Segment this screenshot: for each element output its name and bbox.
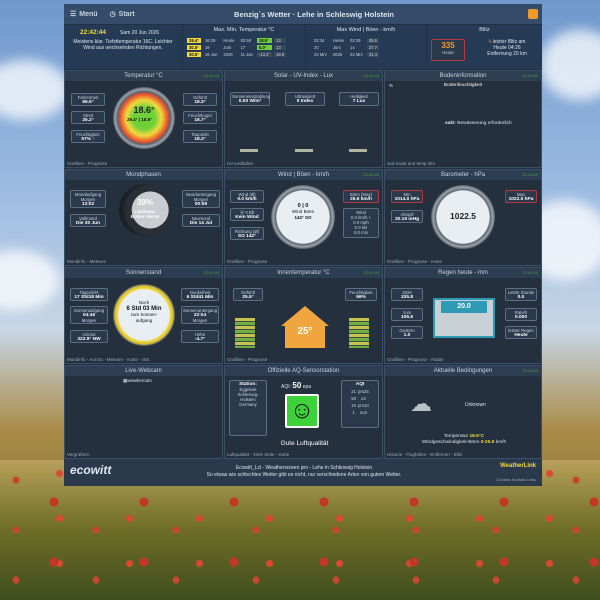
- page-title: Benzig`s Wetter · Lehe in Schleswig Hols…: [234, 9, 394, 19]
- aq-row: 21 pm25: [351, 389, 369, 394]
- lightning-info: ϟ letzter Blitz am Heute 04:26 Entfernung…: [487, 39, 527, 57]
- footer-line1: Ecowitt_Lcl - Weatherscreen pro - Lehe i…: [235, 465, 373, 471]
- clock-icon: ◷: [109, 11, 116, 18]
- temp-record-row: 30.5° 19 Jun 2026 11 Jan -13.2° 19.5: [187, 52, 287, 57]
- temp-record-row: 29.4° 16:29 Heute 02:59 18.5° 13: [187, 38, 287, 43]
- footer: ecowitt Ecowitt_Lcl - Weatherscreen pro …: [64, 459, 542, 486]
- wind-record-table: 02:34 Heute 02:29 25.6 20 Juni 14 27.7 22 Mrz 202…: [310, 36, 381, 59]
- conditions-card: Aktuelle Bedingungen 22:42:40 ☁ Unknown T…: [384, 365, 542, 459]
- air-quality-card: Offizielle AQ-Sensorstation Station: Egge…: [224, 365, 383, 459]
- lightning-title: Blitz: [479, 27, 490, 33]
- weatherlink-logo[interactable]: WeatherLink: [500, 463, 536, 469]
- solar-footer-link[interactable]: UV-Leitfaden: [227, 161, 253, 166]
- wind-footer-link[interactable]: Grafiken - Prognose: [227, 259, 267, 264]
- webcam-footer-link[interactable]: Vergrößern: [67, 452, 90, 457]
- aq-row: 10 pm10: [351, 403, 369, 408]
- aq-status: Gute Luftqualität: [280, 440, 329, 447]
- temperature-footer-link[interactable]: Grafiken - Prognose: [67, 161, 107, 166]
- forecast-text: Meistens klar. Tiefsttemperatur 16C. Lei…: [73, 39, 173, 51]
- aq-footer-link[interactable]: Luftqualität - Viele Seite - Karte: [227, 452, 289, 457]
- webcam-image[interactable]: ▦weathercam: [123, 378, 152, 384]
- wind-record-row: 22 Mrz 2026 22 Mrz 31.4: [314, 52, 379, 57]
- soil-footer-link[interactable]: Soil moist and temp info: [387, 161, 435, 166]
- webcam-card: Live-Webcam ▦weathercam Vergrößern: [64, 365, 223, 459]
- soil-card: Bodeninformation 22:42:40 Bodenfeuchtigke…: [384, 70, 542, 168]
- conditions-footer-link[interactable]: Historie - Flughafen - Entfernen - Blitz: [387, 452, 462, 457]
- lightning-panel: Blitz 335 Heute ϟ letzter Blitz am Heute …: [427, 25, 542, 69]
- top-navbar: ☰ Menü ◷ Start Benzig`s Wetter · Lehe in S…: [64, 4, 542, 24]
- clock-time: 22:42:44: [80, 29, 107, 36]
- wind-record-row: 20 Juni 14 27.7: [314, 45, 379, 50]
- cloud-icon: ☁: [410, 391, 432, 416]
- house-icon: [281, 306, 329, 326]
- wind-card: Wind | Böen - km/h 22:42:40 Wind (Ø) 0.0 k…: [224, 169, 383, 266]
- temp-record-row: 30.5° 19 Juni 17 6.0° 13: [187, 45, 287, 50]
- solar-card: Solar - UV-Index - Lux 22:42:40 Sonnenein…: [224, 70, 383, 168]
- aq-row: 1 no2: [352, 410, 367, 415]
- indoor-footer-link[interactable]: Grafiken - Prognose: [227, 357, 267, 362]
- temp-record-title: Max. Min. Temperatur °C: [213, 27, 275, 33]
- aq-pollutants: AQI 21 pm25 50 o3 10 pm10 1 no2: [341, 380, 379, 428]
- temperature-card: Temperatur °C 22:42:40 Fahrenheit 65.5° St…: [64, 70, 223, 168]
- barometer-card: Barometer - hPa 22:42:40 Min 1014.0 hPa Ak…: [384, 169, 542, 266]
- menu-icon: ☰: [70, 11, 77, 18]
- footer-line2: So etwas wie schlechtes Wetter gibt es n…: [206, 472, 402, 478]
- start-label: Start: [118, 10, 135, 18]
- wind-record-panel: Max Wind | Böen - km/h 02:34 Heute 02:29 25…: [306, 25, 426, 69]
- cloud: [540, 30, 600, 100]
- wind-record-title: Max Wind | Böen - km/h: [336, 27, 396, 33]
- lightning-count: 335 Heute: [431, 39, 465, 61]
- start-button[interactable]: ◷ Start: [104, 10, 141, 19]
- cloud: [0, 250, 60, 310]
- aq-station: Station: Eggebek Schleswig-Holstein Germa…: [229, 380, 267, 436]
- barometer-footer-link[interactable]: Grafiken - Prognose - Karte: [387, 259, 442, 264]
- rain-card: Regen heute - mm 22:42:40 2026 335.8 Juni 1…: [384, 267, 542, 364]
- forecast-panel: 22:42:44 Sam 20 Jun 2026 Meistens klar. …: [64, 25, 182, 69]
- rain-footer-link[interactable]: Grafiken - Prognose - Radar: [387, 357, 444, 362]
- menu-button[interactable]: ☰ Menü: [64, 10, 104, 19]
- aq-row: 50 o3: [351, 396, 366, 401]
- indoor-card: Innentemperatur °C 22:42:40 Gefühlt 25.5° …: [224, 267, 383, 364]
- lightning-icon: ϟ: [488, 39, 492, 45]
- smiley-icon: ☺: [285, 394, 319, 428]
- moon-footer-link[interactable]: Mondinfo - Meteore: [67, 259, 106, 264]
- temp-record-table: 29.4° 16:29 Heute 02:59 18.5° 13 30.5° 19 Juni 17…: [185, 36, 288, 59]
- temp-record-panel: Max. Min. Temperatur °C 29.4° 16:29 Heute 0…: [183, 25, 305, 69]
- cloud: [0, 60, 70, 120]
- ecowitt-logo[interactable]: ecowitt: [70, 463, 111, 477]
- wind-record-row: 02:34 Heute 02:29 25.6: [314, 38, 379, 43]
- moon-card: Mondphasen Mondaufgang Morgen 13:02 Vollmo…: [64, 169, 223, 266]
- weather-dashboard: ☰ Menü ◷ Start Benzig`s Wetter · Lehe in S…: [64, 4, 542, 486]
- clock-date: Sam 20 Jun 2026: [120, 30, 160, 36]
- sun-footer-link[interactable]: Mondinfo - Aurora - Meteore - Karte - IS…: [67, 357, 149, 362]
- sun-card: Sonnenstand 22:42:40 Tageslicht 17 Std18 M…: [64, 267, 223, 364]
- menu-label: Menü: [79, 10, 98, 18]
- temperature-value: 18.6°: [133, 105, 155, 115]
- language-flag-icon[interactable]: [528, 9, 538, 19]
